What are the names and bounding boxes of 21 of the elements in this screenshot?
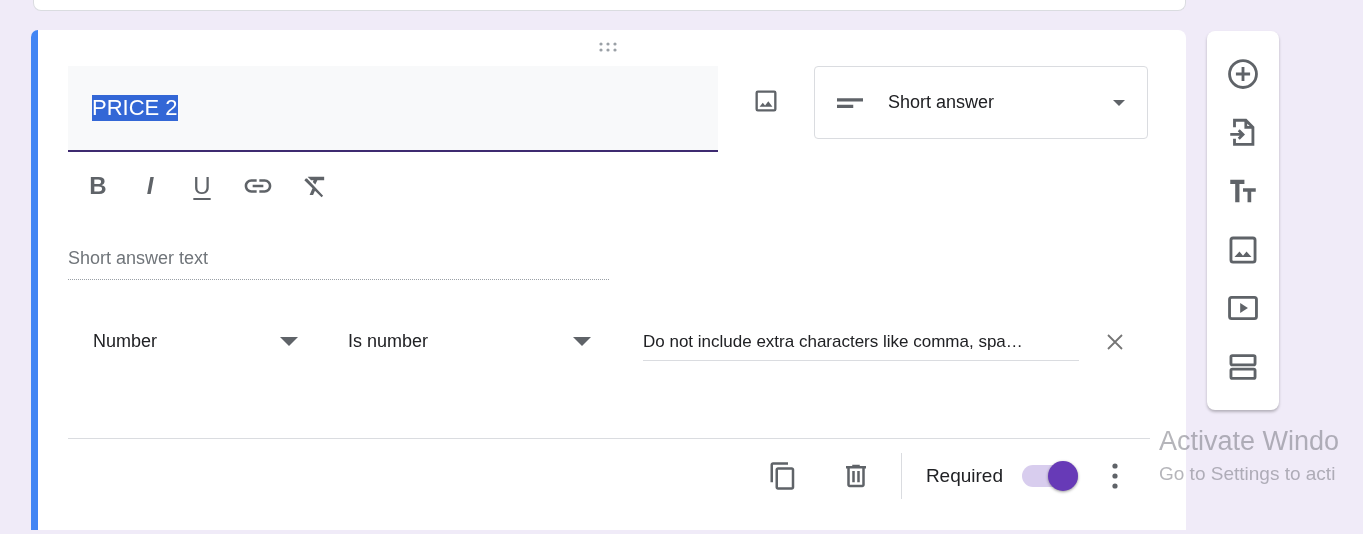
more-options-icon[interactable] bbox=[1112, 463, 1118, 489]
validation-type-dropdown[interactable]: Number bbox=[93, 331, 298, 352]
format-button[interactable]: U bbox=[190, 172, 214, 200]
question-title: PRICE 2 bbox=[92, 95, 178, 121]
validation-condition-dropdown[interactable]: Is number bbox=[348, 331, 591, 352]
add-circle-icon[interactable] bbox=[1226, 57, 1260, 92]
required-label: Required bbox=[925, 465, 1003, 487]
caret-icon bbox=[280, 337, 298, 346]
question-title-field[interactable]: PRICE 2 bbox=[68, 66, 718, 152]
error-text-field[interactable]: Do not include extra characters like comma, spa… bbox=[643, 322, 1079, 361]
question-type-dropdown[interactable]: Short answer bbox=[814, 66, 1148, 139]
link-icon[interactable] bbox=[242, 177, 274, 195]
format-button[interactable]: B bbox=[86, 172, 110, 200]
activate-windows-title: Activate Windo bbox=[1159, 426, 1340, 457]
close-icon[interactable] bbox=[1106, 332, 1124, 351]
format-button[interactable]: I bbox=[138, 172, 162, 200]
short-answer-field: Short answer text bbox=[68, 248, 609, 280]
short-text-icon bbox=[837, 97, 863, 108]
caret-icon bbox=[573, 337, 591, 346]
caret-icon bbox=[1113, 99, 1125, 106]
activate-windows-text: Go to Settings to acti bbox=[1159, 463, 1337, 485]
